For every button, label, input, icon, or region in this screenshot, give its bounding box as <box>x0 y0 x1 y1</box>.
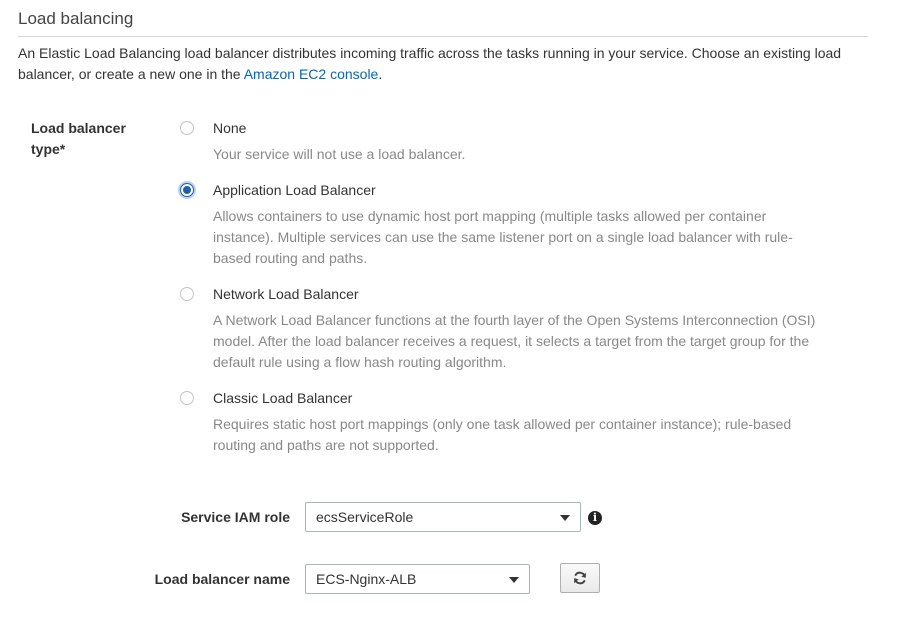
refresh-icon <box>574 571 586 585</box>
option-description-classic-load-balancer: Requires static host port mappings (only… <box>213 416 792 453</box>
load-balancer-name-value: ECS-Nginx-ALB <box>316 571 417 587</box>
intro-end: . <box>378 66 383 82</box>
service-iam-role-value: ecsServiceRole <box>316 509 414 525</box>
section-intro: An Elastic Load Balancing load balancer … <box>18 43 868 85</box>
load-balancer-name-label: Load balancer name <box>154 571 290 587</box>
load-balancer-type-label: Load balancer type* <box>31 120 126 157</box>
radio-network-load-balancer[interactable] <box>180 287 194 301</box>
chevron-down-icon <box>509 577 519 583</box>
service-iam-role-label: Service IAM role <box>181 509 290 525</box>
chevron-down-icon <box>560 515 570 521</box>
load-balancer-name-select[interactable]: ECS-Nginx-ALB <box>305 564 530 594</box>
option-label-classic-load-balancer[interactable]: Classic Load Balancer <box>213 389 352 407</box>
radio-application-load-balancer[interactable] <box>180 183 194 197</box>
intro-text: An Elastic Load Balancing load balancer … <box>18 45 842 82</box>
service-iam-role-select[interactable]: ecsServiceRole <box>305 502 581 532</box>
refresh-button[interactable] <box>560 563 600 593</box>
option-label-network-load-balancer[interactable]: Network Load Balancer <box>213 285 359 303</box>
option-description-application-load-balancer: Allows containers to use dynamic host po… <box>213 208 793 266</box>
radio-none[interactable] <box>180 121 194 135</box>
section-title: Load balancing <box>18 9 134 28</box>
option-label-application-load-balancer[interactable]: Application Load Balancer <box>213 181 376 199</box>
ec2-console-link[interactable]: Amazon EC2 console <box>244 66 379 82</box>
radio-classic-load-balancer[interactable] <box>180 391 194 405</box>
option-description-none: Your service will not use a load balance… <box>213 146 466 162</box>
info-icon[interactable]: i <box>588 511 602 525</box>
option-label-none[interactable]: None <box>213 119 246 137</box>
option-description-network-load-balancer: A Network Load Balancer functions at the… <box>213 312 816 370</box>
section-divider <box>18 36 868 37</box>
